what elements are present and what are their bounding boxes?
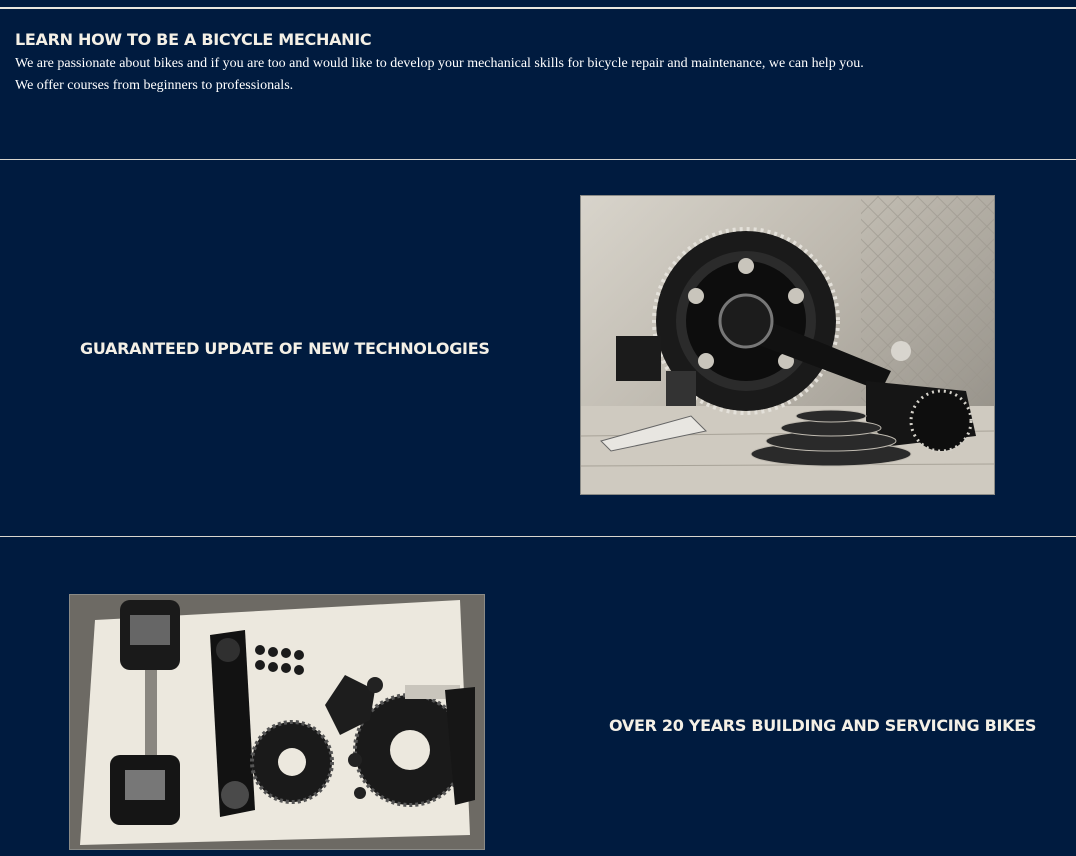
disassembled-bike-parts-photo	[69, 594, 485, 850]
feature-title-technologies: GUARANTEED UPDATE OF NEW TECHNOLOGIES	[80, 339, 490, 358]
drivetrain-crankset-photo	[580, 195, 995, 495]
intro-title: LEARN HOW TO BE A BICYCLE MECHANIC	[15, 30, 372, 49]
feature-title-experience: OVER 20 YEARS BUILDING AND SERVICING BIK…	[609, 716, 1037, 735]
section-divider	[0, 536, 1076, 537]
intro-paragraph-1: We are passionate about bikes and if you…	[15, 56, 864, 71]
intro-paragraph-2: We offer courses from beginners to profe…	[15, 78, 294, 93]
intro-section: LEARN HOW TO BE A BICYCLE MECHANIC We ar…	[0, 9, 1076, 159]
top-divider	[0, 0, 1076, 9]
section-divider	[0, 159, 1076, 160]
